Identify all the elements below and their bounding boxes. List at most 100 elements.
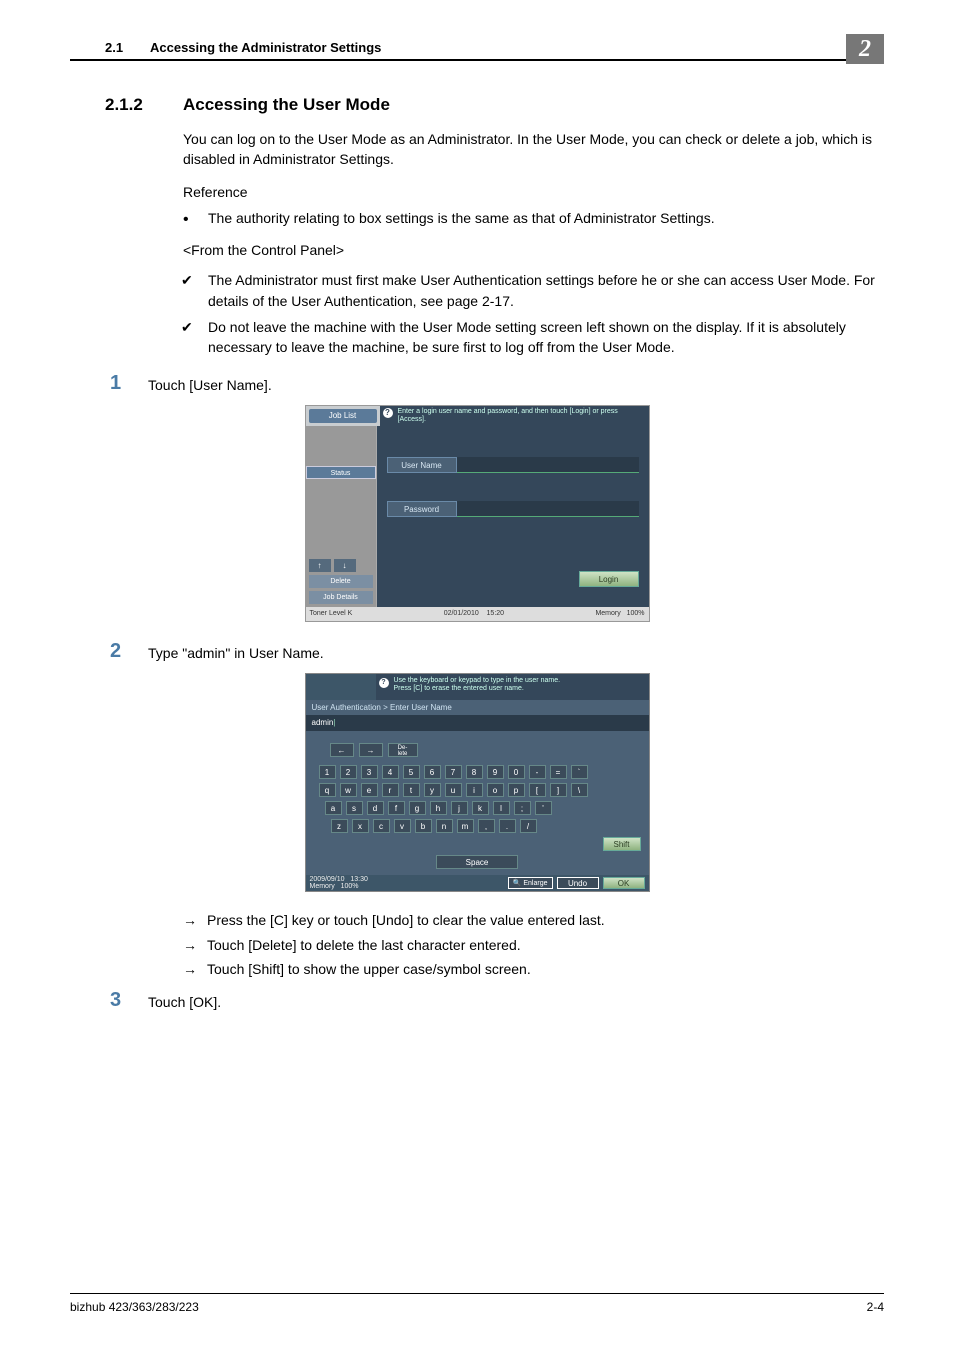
key-,[interactable]: , xyxy=(478,819,495,833)
key-m[interactable]: m xyxy=(457,819,474,833)
key-r[interactable]: r xyxy=(382,783,399,797)
key-i[interactable]: i xyxy=(466,783,483,797)
key-q[interactable]: q xyxy=(319,783,336,797)
login-button[interactable]: Login xyxy=(579,571,639,587)
time-text: 13:30 xyxy=(350,876,368,883)
key-=[interactable]: = xyxy=(550,765,567,779)
key-h[interactable]: h xyxy=(430,801,447,815)
key-[[interactable]: [ xyxy=(529,783,546,797)
page-footer: bizhub 423/363/283/223 2-4 xyxy=(70,1293,884,1314)
step-1: 1 Touch [User Name]. xyxy=(70,372,884,395)
key-a[interactable]: a xyxy=(325,801,342,815)
key-d[interactable]: d xyxy=(367,801,384,815)
chapter-badge: 2 xyxy=(846,34,884,64)
undo-button[interactable]: Undo xyxy=(557,877,599,889)
breadcrumb: User Authentication > Enter User Name xyxy=(306,700,649,715)
check-icon: ✔ xyxy=(181,270,193,290)
key-\[interactable]: \ xyxy=(571,783,588,797)
key-l[interactable]: l xyxy=(493,801,510,815)
login-form: User Name Password Login xyxy=(377,426,649,607)
key-0[interactable]: 0 xyxy=(508,765,525,779)
user-name-value xyxy=(457,457,639,473)
subsection-title: Accessing the User Mode xyxy=(183,95,390,115)
onscreen-keyboard: ← → De- lete 1234567890-= ` qwertyuiop [] \… xyxy=(306,731,649,875)
user-name-button[interactable]: User Name xyxy=(387,457,457,473)
status-tab[interactable]: Status xyxy=(306,466,376,479)
key-;[interactable]: ; xyxy=(514,801,531,815)
key-u[interactable]: u xyxy=(445,783,462,797)
key-s[interactable]: s xyxy=(346,801,363,815)
key-f[interactable]: f xyxy=(388,801,405,815)
key-5[interactable]: 5 xyxy=(403,765,420,779)
header-rule xyxy=(70,59,884,61)
password-button[interactable]: Password xyxy=(387,501,457,517)
keyboard-instruction: Use the keyboard or keypad to type in th… xyxy=(376,674,649,700)
key-k[interactable]: k xyxy=(472,801,489,815)
key-y[interactable]: y xyxy=(424,783,441,797)
key-7[interactable]: 7 xyxy=(445,765,462,779)
step-text: Touch [User Name]. xyxy=(148,375,884,395)
step-text: Touch [OK]. xyxy=(148,992,884,1012)
up-arrow-button[interactable]: ↑ xyxy=(309,559,331,572)
key-/[interactable]: / xyxy=(520,819,537,833)
delete-key[interactable]: De- lete xyxy=(388,743,418,757)
down-arrow-button[interactable]: ↓ xyxy=(334,559,356,572)
delete-button[interactable]: Delete xyxy=(309,575,373,588)
key-x[interactable]: x xyxy=(352,819,369,833)
key-n[interactable]: n xyxy=(436,819,453,833)
login-instruction: Enter a login user name and password, an… xyxy=(380,406,649,426)
section-header: 2.1 Accessing the Administrator Settings xyxy=(70,40,884,55)
job-list-button[interactable]: Job List xyxy=(309,409,377,423)
reference-bullet-list: The authority relating to box settings i… xyxy=(183,208,884,228)
side-panel: Status ↑ ↓ Delete Job Details xyxy=(306,426,377,607)
screenshot-2: Use the keyboard or keypad to type in th… xyxy=(70,673,884,892)
key-j[interactable]: j xyxy=(451,801,468,815)
key-4[interactable]: 4 xyxy=(382,765,399,779)
caution-text: The Administrator must first make User A… xyxy=(208,272,875,308)
step-3: 3 Touch [OK]. xyxy=(70,989,884,1012)
job-details-button[interactable]: Job Details xyxy=(309,591,373,604)
key-`[interactable]: ` xyxy=(571,765,588,779)
key-g[interactable]: g xyxy=(409,801,426,815)
key-b[interactable]: b xyxy=(415,819,432,833)
key--[interactable]: - xyxy=(529,765,546,779)
key-w[interactable]: w xyxy=(340,783,357,797)
intro-paragraph: You can log on to the User Mode as an Ad… xyxy=(183,129,884,170)
left-arrow-key[interactable]: ← xyxy=(330,743,354,757)
username-input[interactable]: admin xyxy=(306,715,649,731)
input-value: admin xyxy=(312,718,336,727)
key-z[interactable]: z xyxy=(331,819,348,833)
key-1[interactable]: 1 xyxy=(319,765,336,779)
key-t[interactable]: t xyxy=(403,783,420,797)
enlarge-button[interactable]: 🔍 Enlarge xyxy=(508,877,553,889)
keyboard-panel: Use the keyboard or keypad to type in th… xyxy=(305,673,650,892)
shift-key[interactable]: Shift xyxy=(603,837,641,851)
key-o[interactable]: o xyxy=(487,783,504,797)
key-3[interactable]: 3 xyxy=(361,765,378,779)
key-2[interactable]: 2 xyxy=(340,765,357,779)
key-p[interactable]: p xyxy=(508,783,525,797)
right-arrow-key[interactable]: → xyxy=(359,743,383,757)
status-bar: Toner Level K 02/01/2010 15:20 Memory 10… xyxy=(306,607,649,621)
key-.[interactable]: . xyxy=(499,819,516,833)
key-8[interactable]: 8 xyxy=(466,765,483,779)
space-key[interactable]: Space xyxy=(436,855,518,869)
step-text: Type "admin" in User Name. xyxy=(148,643,884,663)
key-c[interactable]: c xyxy=(373,819,390,833)
step-number: 3 xyxy=(70,989,148,1012)
memory-label: Memory xyxy=(595,610,620,617)
reference-heading: Reference xyxy=(183,182,884,202)
memory-label: Memory xyxy=(310,883,335,890)
screenshot-1: Job List Enter a login user name and pas… xyxy=(70,405,884,622)
ok-button[interactable]: OK xyxy=(603,877,645,889)
key-v[interactable]: v xyxy=(394,819,411,833)
time-text: 15:20 xyxy=(487,610,505,617)
key-e[interactable]: e xyxy=(361,783,378,797)
key-6[interactable]: 6 xyxy=(424,765,441,779)
top-left-spacer xyxy=(306,674,376,700)
key-][interactable]: ] xyxy=(550,783,567,797)
key-'[interactable]: ' xyxy=(535,801,552,815)
key-9[interactable]: 9 xyxy=(487,765,504,779)
subsection-number: 2.1.2 xyxy=(105,95,183,115)
model-name: bizhub 423/363/283/223 xyxy=(70,1300,199,1314)
